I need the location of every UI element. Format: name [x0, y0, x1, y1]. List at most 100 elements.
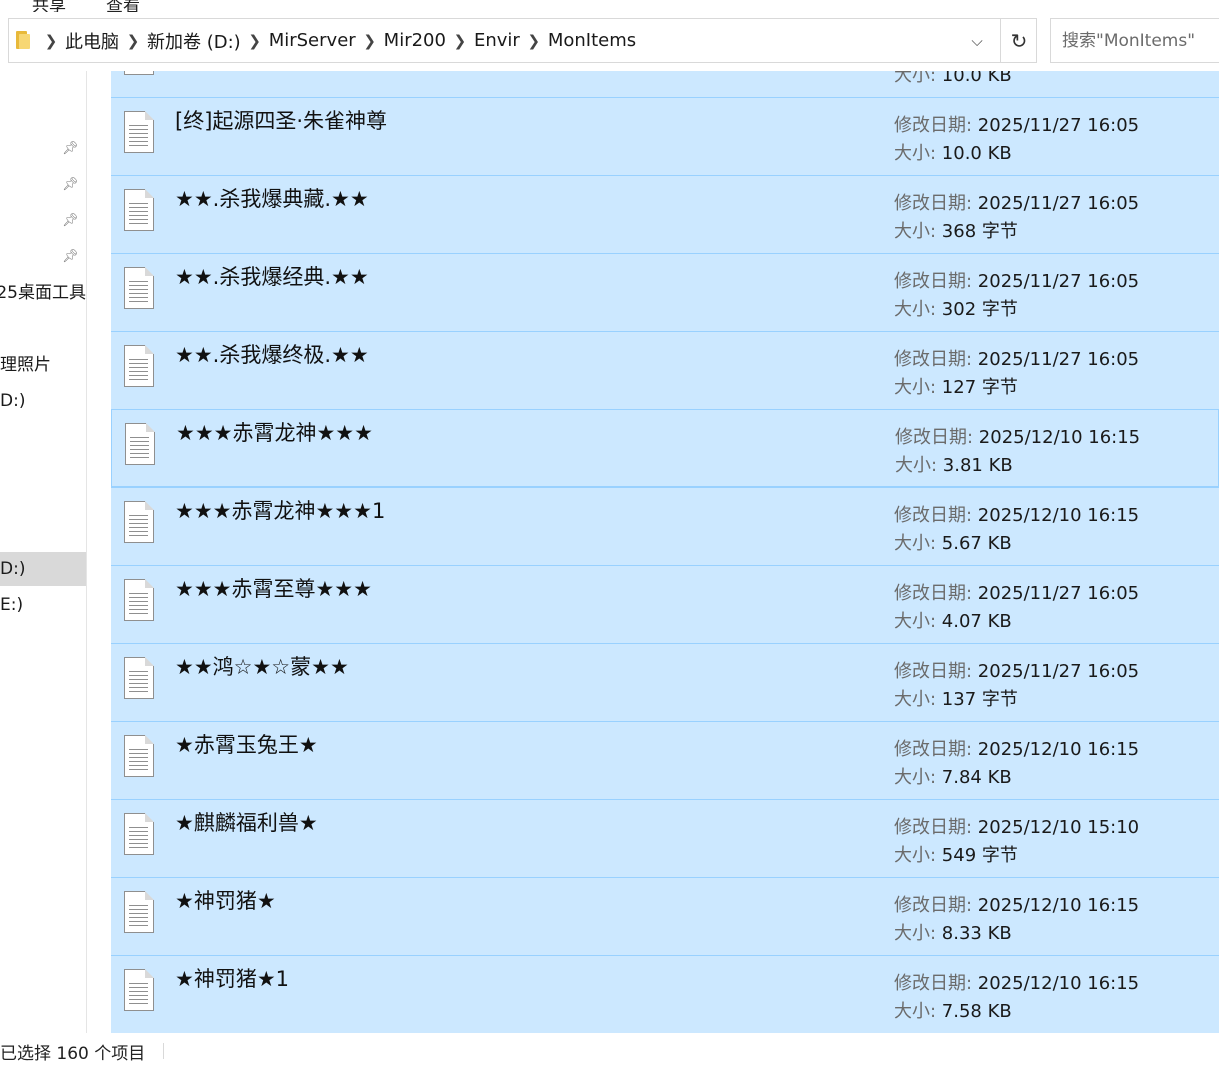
- size-value: 549 字节: [941, 845, 1018, 866]
- modified-value: 2025/11/27 16:05: [977, 271, 1140, 292]
- nav-item-label: 25桌面工具: [0, 283, 86, 303]
- status-bar: 已选择 160 个项目: [0, 1033, 1219, 1066]
- file-item[interactable]: ★★★赤霄至尊★★★ 修改日期: 2025/11/27 16:05 大小: 4.…: [111, 565, 1219, 643]
- address-bar[interactable]: ❯ 此电脑 ❯ 新加卷 (D:) ❯ MirServer ❯ Mir200 ❯ …: [8, 18, 1037, 63]
- text-file-icon: [124, 345, 154, 387]
- text-file-icon: [124, 891, 154, 933]
- breadcrumb: ❯ 此电脑 ❯ 新加卷 (D:) ❯ MirServer ❯ Mir200 ❯ …: [39, 19, 638, 62]
- modified-value: 2025/11/27 16:05: [977, 661, 1140, 682]
- modified-value: 2025/11/27 16:05: [977, 115, 1140, 136]
- file-modified: 修改日期: 2025/12/10 16:15: [894, 891, 1139, 917]
- modified-label: 修改日期:: [894, 583, 978, 604]
- size-label: 大小:: [894, 533, 942, 554]
- size-value: 10.0 KB: [941, 71, 1012, 86]
- size-value: 127 字节: [941, 377, 1018, 398]
- text-file-icon: [125, 423, 155, 465]
- modified-label: 修改日期:: [894, 193, 978, 214]
- file-size: 大小: 302 字节: [894, 295, 1018, 321]
- file-item-focused[interactable]: ★★★赤霄龙神★★★ 修改日期: 2025/12/10 16:15 大小: 3.…: [111, 409, 1219, 487]
- file-item[interactable]: [终]起源四圣·朱雀神尊 修改日期: 2025/11/27 16:05 大小: …: [111, 97, 1219, 175]
- file-size: 大小: 127 字节: [894, 373, 1018, 399]
- modified-label: 修改日期:: [895, 427, 979, 448]
- file-name: ★赤霄玉兔王★: [175, 733, 318, 757]
- file-item[interactable]: ★★.杀我爆典藏.★★ 修改日期: 2025/11/27 16:05 大小: 3…: [111, 175, 1219, 253]
- breadcrumb-mirserver[interactable]: MirServer: [267, 30, 358, 51]
- size-value: 5.67 KB: [941, 533, 1012, 554]
- text-file-icon: [124, 579, 154, 621]
- text-file-icon: [124, 189, 154, 231]
- chevron-down-icon[interactable]: ⌵: [955, 19, 999, 62]
- size-label: 大小:: [895, 455, 943, 476]
- file-name: ★★★赤霄至尊★★★: [175, 577, 372, 601]
- chevron-right-icon[interactable]: ❯: [39, 32, 63, 50]
- chevron-right-icon[interactable]: ❯: [358, 32, 382, 50]
- file-item[interactable]: ★★.杀我爆终极.★★ 修改日期: 2025/11/27 16:05 大小: 1…: [111, 331, 1219, 409]
- modified-label: 修改日期:: [894, 817, 978, 838]
- file-item[interactable]: ★赤霄玉兔王★ 修改日期: 2025/12/10 16:15 大小: 7.84 …: [111, 721, 1219, 799]
- file-modified: 修改日期: 2025/11/27 16:05: [894, 579, 1139, 605]
- file-item[interactable]: ★★鸿☆★☆蒙★★ 修改日期: 2025/11/27 16:05 大小: 137…: [111, 643, 1219, 721]
- breadcrumb-drive-d[interactable]: 新加卷 (D:): [145, 28, 243, 54]
- modified-value: 2025/11/27 16:05: [977, 193, 1140, 214]
- nav-item-label: E:): [0, 595, 24, 615]
- nav-item-drive-e[interactable]: E:): [0, 588, 86, 622]
- modified-label: 修改日期:: [894, 115, 978, 136]
- file-size: 大小: 8.33 KB: [894, 919, 1012, 945]
- pin-icon[interactable]: 📌︎: [62, 213, 79, 229]
- selection-count: 已选择 160 个项目: [0, 1044, 146, 1064]
- modified-label: 修改日期:: [894, 505, 978, 526]
- breadcrumb-this-pc[interactable]: 此电脑: [63, 28, 121, 54]
- nav-item-drive-d-selected[interactable]: D:): [0, 552, 86, 586]
- file-list[interactable]: 大小: 10.0 KB [终]起源四圣·朱雀神尊 修改日期: 2025/11/2…: [111, 71, 1219, 1033]
- breadcrumb-mir200[interactable]: Mir200: [382, 30, 448, 51]
- file-modified: 修改日期: 2025/12/10 15:10: [894, 813, 1139, 839]
- folder-icon: [16, 31, 30, 49]
- ribbon-tabs-clipped: 共享 查看: [0, 0, 1219, 12]
- chevron-right-icon[interactable]: ❯: [522, 32, 546, 50]
- refresh-icon[interactable]: ↻: [1001, 19, 1037, 62]
- ribbon-tab-share[interactable]: 共享: [32, 0, 66, 12]
- text-file-icon: [124, 969, 154, 1011]
- nav-item-drive-d[interactable]: D:): [0, 384, 86, 418]
- nav-item-photos[interactable]: 理照片: [0, 348, 86, 382]
- modified-value: 2025/11/27 16:05: [977, 583, 1140, 604]
- file-size: 大小: 7.84 KB: [894, 763, 1012, 789]
- size-label: 大小:: [894, 1001, 942, 1022]
- size-value: 368 字节: [941, 221, 1018, 242]
- file-item[interactable]: 大小: 10.0 KB: [111, 71, 1219, 97]
- pin-icon[interactable]: 📌︎: [62, 249, 79, 265]
- chevron-right-icon[interactable]: ❯: [448, 32, 472, 50]
- breadcrumb-envir[interactable]: Envir: [472, 30, 522, 51]
- pin-icon[interactable]: 📌︎: [62, 177, 79, 193]
- file-item[interactable]: ★★★赤霄龙神★★★1 修改日期: 2025/12/10 16:15 大小: 5…: [111, 487, 1219, 565]
- text-file-icon: [124, 813, 154, 855]
- file-modified: 修改日期: 2025/12/10 16:15: [895, 423, 1140, 449]
- pin-icon[interactable]: 📌︎: [62, 141, 79, 157]
- file-item[interactable]: ★★.杀我爆经典.★★ 修改日期: 2025/11/27 16:05 大小: 3…: [111, 253, 1219, 331]
- file-item[interactable]: ★神罚猪★ 修改日期: 2025/12/10 16:15 大小: 8.33 KB: [111, 877, 1219, 955]
- file-size: 大小: 549 字节: [894, 841, 1018, 867]
- status-divider: [163, 1043, 164, 1059]
- size-value: 302 字节: [941, 299, 1018, 320]
- nav-item-desktop-tools[interactable]: 25桌面工具: [0, 276, 86, 310]
- size-label: 大小:: [894, 143, 942, 164]
- chevron-right-icon[interactable]: ❯: [121, 32, 145, 50]
- search-input[interactable]: [1051, 19, 1219, 62]
- ribbon-tab-view[interactable]: 查看: [106, 0, 140, 12]
- file-item[interactable]: ★麒麟福利兽★ 修改日期: 2025/12/10 15:10 大小: 549 字…: [111, 799, 1219, 877]
- chevron-right-icon[interactable]: ❯: [243, 32, 267, 50]
- size-value: 7.84 KB: [941, 767, 1012, 788]
- file-modified: 修改日期: 2025/11/27 16:05: [894, 111, 1139, 137]
- search-box[interactable]: [1050, 18, 1219, 63]
- breadcrumb-monitems[interactable]: MonItems: [546, 30, 638, 51]
- modified-label: 修改日期:: [894, 973, 978, 994]
- file-name: ★麒麟福利兽★: [175, 811, 318, 835]
- file-name: ★★★赤霄龙神★★★1: [175, 499, 386, 523]
- pane-divider[interactable]: [86, 71, 87, 1033]
- size-value: 3.81 KB: [942, 455, 1013, 476]
- file-item[interactable]: ★神罚猪★1 修改日期: 2025/12/10 16:15 大小: 7.58 K…: [111, 955, 1219, 1033]
- file-explorer-window: 共享 查看 ❯ 此电脑 ❯ 新加卷 (D:) ❯ MirServer ❯ Mir…: [0, 0, 1219, 1066]
- modified-value: 2025/12/10 15:10: [977, 817, 1140, 838]
- file-name: ★★鸿☆★☆蒙★★: [175, 655, 349, 679]
- text-file-icon: [124, 71, 154, 75]
